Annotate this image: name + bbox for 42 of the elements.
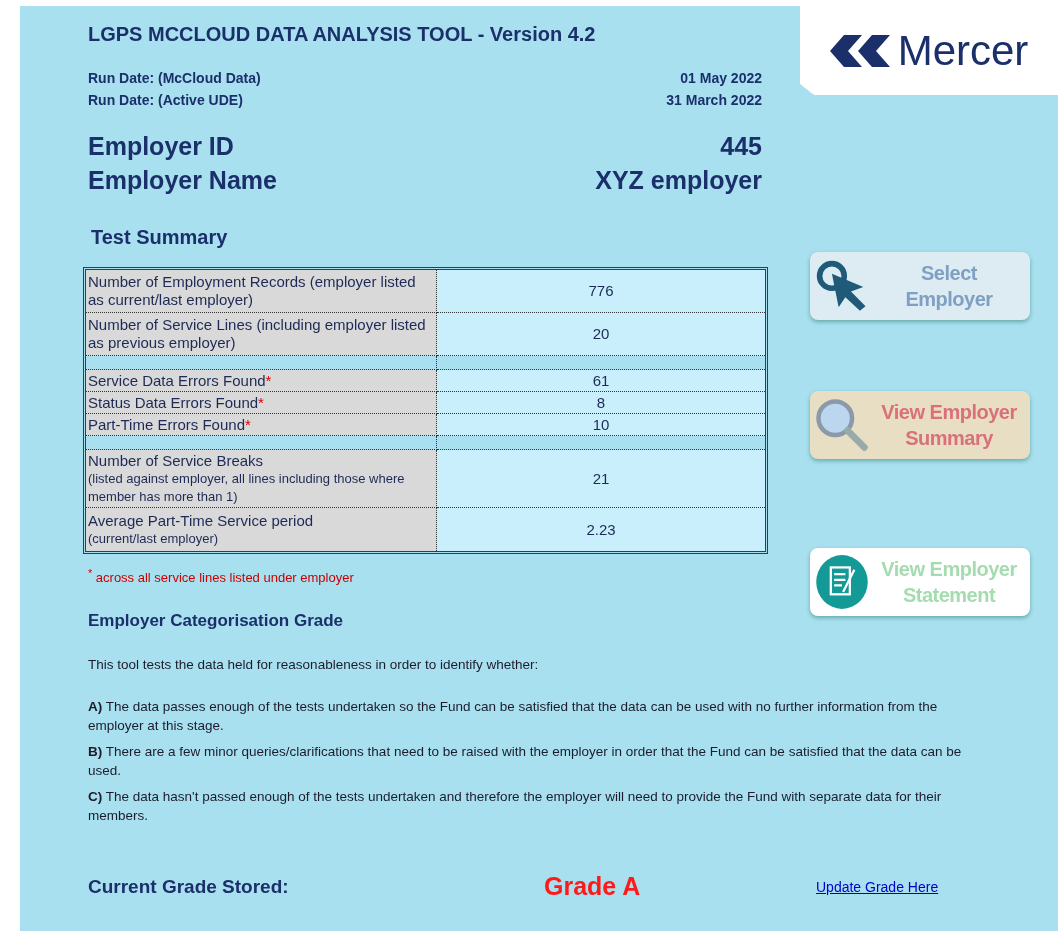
table-cell: 20 — [437, 313, 765, 356]
grade-description: C) The data hasn't passed enough of the tests undertaken and therefore the employer will need to provide the Fund with separate data for their members. — [88, 788, 943, 826]
table-cell: 2.23 — [437, 508, 765, 551]
row-label: Number of Employment Records (employer listed as current/last employer) — [88, 273, 417, 309]
magnifier-icon — [814, 397, 870, 453]
row-label: Number of Service Breaks — [88, 451, 265, 470]
row-note: (current/last employer) — [88, 529, 220, 548]
grade-description: B) There are a few minor queries/clarifications that need to be raised with the employer in order that the Fund can be satisfied that the data can be used. — [88, 743, 963, 781]
logo-icon — [829, 32, 890, 69]
grade-description: A) The data passes enough of the tests undertaken so the Fund can be satisfied that the data can be used with no further information from the employer at this stage. — [88, 698, 939, 736]
row-label: Part-Time Errors Found* — [88, 415, 252, 434]
section-title: Test Summary — [91, 226, 229, 249]
run-date-label: Run Date: (Active UDE) — [88, 91, 243, 110]
current-grade-label: Current Grade Stored: — [88, 875, 290, 898]
select-button[interactable]: Select Employer — [810, 252, 1030, 320]
row-label: Average Part-Time Service period — [88, 511, 315, 530]
row-label: Service Data Errors Found* — [88, 371, 273, 390]
table-cell: 21 — [437, 450, 765, 508]
logo-text: Mercer — [897, 26, 1029, 75]
update-grade-link[interactable]: Update Grade Here — [816, 878, 939, 895]
current-grade-value: Grade A — [544, 872, 642, 902]
statement-button[interactable]: View Employer Statement — [810, 548, 1030, 616]
run-date-value: 31 March 2022 — [666, 91, 762, 110]
table-cell: 61 — [437, 370, 765, 392]
table-cell: 8 — [437, 392, 765, 414]
intro-text: This tool tests the data held for reasonableness in order to identify whether: — [88, 656, 540, 675]
run-date-label: Run Date: (McCloud Data) — [88, 69, 261, 88]
footnote: $^{*}$ across all service lines listed under employer — [88, 567, 355, 586]
table-cell: 776 — [437, 270, 765, 313]
employer-value: XYZ employer — [595, 165, 762, 196]
employer-label: Employer ID — [88, 131, 234, 162]
employer-value: 445 — [720, 131, 762, 162]
run-date-value: 01 May 2022 — [680, 69, 762, 88]
employer-label: Employer Name — [88, 165, 277, 196]
summary-button[interactable]: View Employer Summary — [810, 391, 1030, 459]
document-icon — [814, 554, 870, 610]
row-label: Status Data Errors Found* — [88, 393, 265, 412]
section-title: Employer Categorisation Grade — [88, 611, 345, 632]
page-title: LGPS MCCLOUD DATA ANALYSIS TOOL - Version 4.2 — [88, 23, 597, 46]
row-label: Number of Service Lines (including employer listed as previous employer) — [88, 316, 427, 352]
row-note: (listed against employer, all lines including those where member has more than 1) — [88, 469, 406, 506]
table-cell: 10 — [437, 414, 765, 436]
